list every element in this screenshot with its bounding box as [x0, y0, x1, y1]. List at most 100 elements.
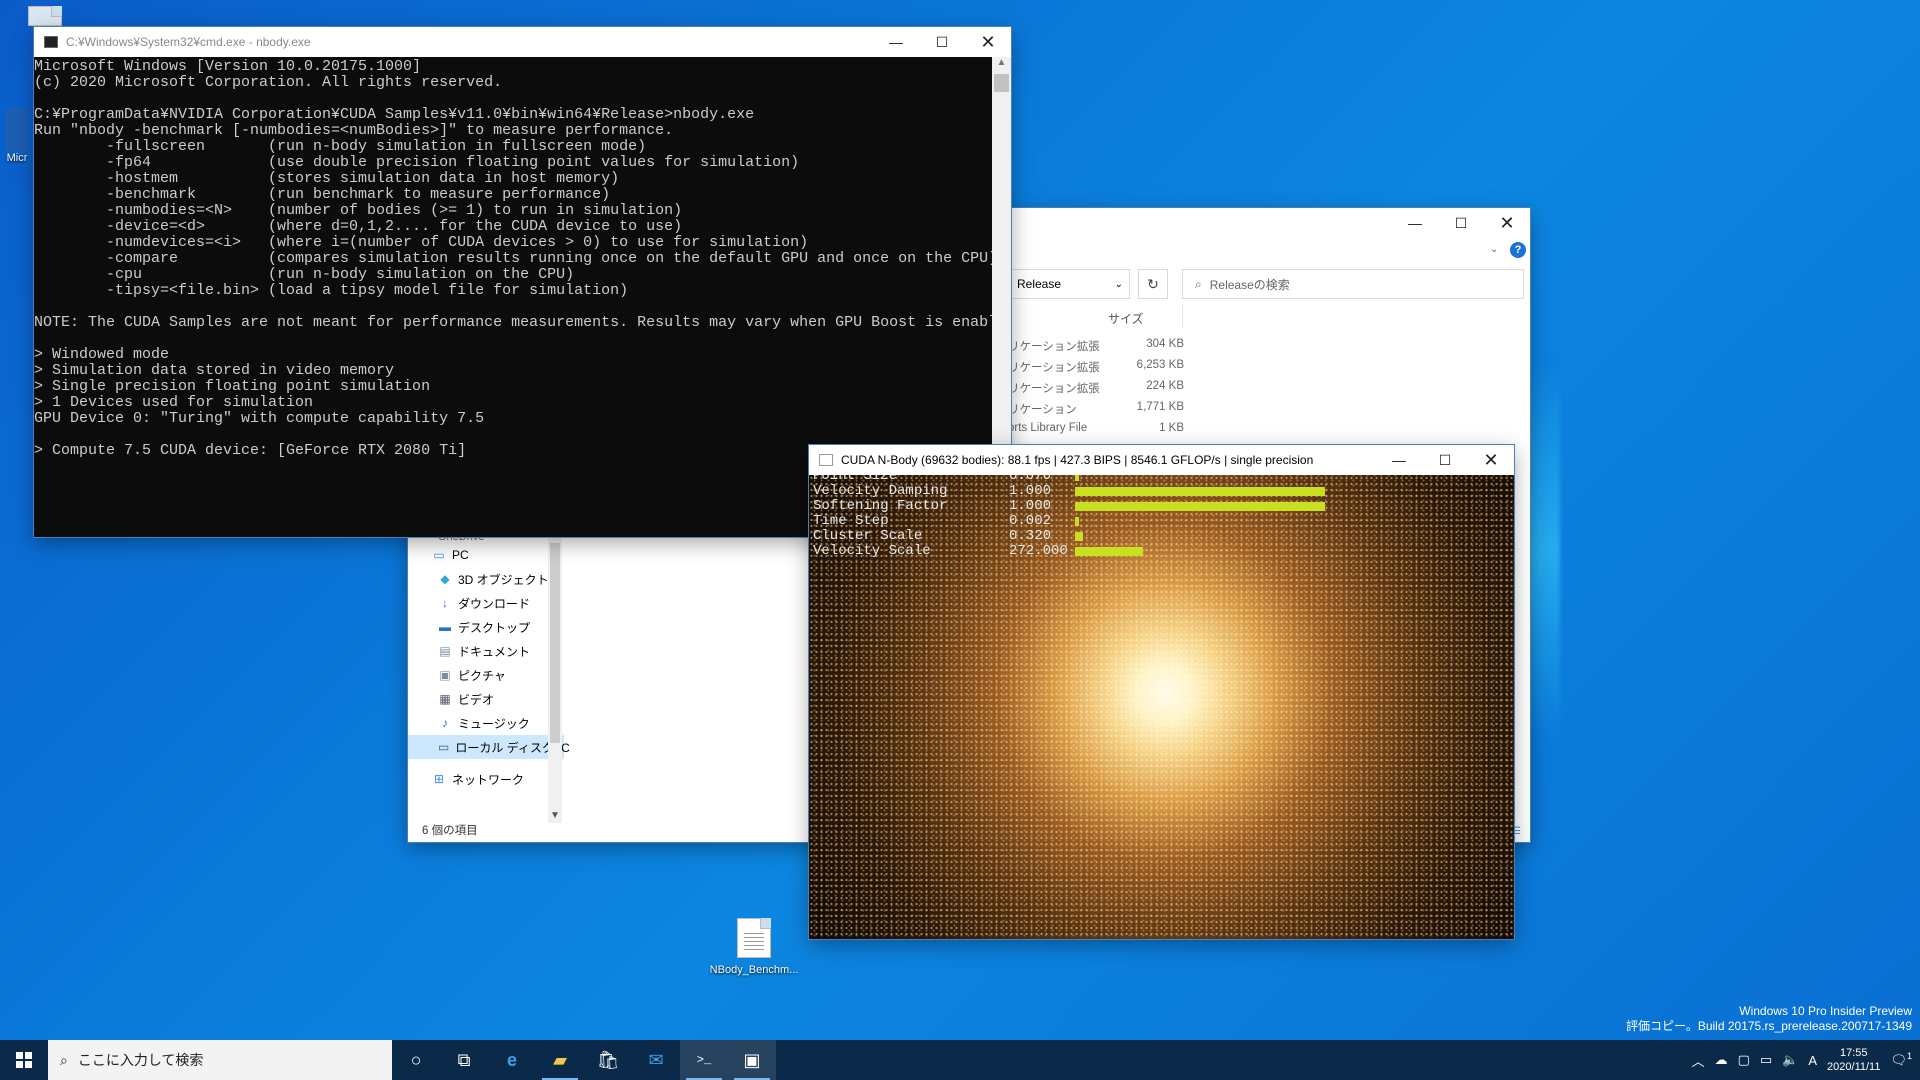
cmd-titlebar[interactable]: C:¥Windows¥System32¥cmd.exe - nbody.exe … [34, 27, 1011, 57]
console-line: Run "nbody -benchmark [-numbodies=<numBo… [34, 122, 674, 139]
param-slider-row[interactable]: Time Step 0.002 [813, 514, 1325, 529]
file-type: リケーション拡張 [1008, 362, 1100, 374]
start-button[interactable] [0, 1040, 48, 1080]
nav-label: ダウンロード [458, 596, 531, 611]
nbody-titlebar[interactable]: CUDA N-Body (69632 bodies): 88.1 fps | 4… [809, 445, 1514, 475]
param-slider-row[interactable]: Velocity Scale 272.000 [813, 544, 1325, 559]
refresh-button[interactable]: ↻ [1138, 269, 1168, 299]
device-icon[interactable]: ▢ [1738, 1052, 1750, 1068]
desktop-icon-label: NBody_Benchm... [709, 964, 799, 976]
desktop-icon-micr[interactable]: Micr [6, 108, 28, 164]
clock[interactable]: 17:55 2020/11/11 [1827, 1046, 1880, 1074]
taskbar: ⌕ ここに入力して検索 ○ ⧉ e ▰ 🛍 ✉ >_ ▣ ︿ ☁ ▢ ▭ 🔈 A… [0, 1040, 1920, 1080]
task-view-icon[interactable]: ⧉ [440, 1040, 488, 1080]
param-slider-row[interactable]: Velocity Damping 1.000 [813, 484, 1325, 499]
param-slider-bar[interactable] [1075, 487, 1325, 496]
close-button[interactable]: ✕ [965, 27, 1011, 57]
desktop-icon-nbody-benchmark[interactable]: NBody_Benchm... [704, 918, 804, 976]
column-header-size[interactable]: サイズ [1108, 310, 1144, 327]
nav-item-network[interactable]: ⊞ ネットワーク [408, 767, 564, 791]
param-slider-row[interactable]: Cluster Scale 0.320 [813, 529, 1325, 544]
cube-icon: ◆ [440, 572, 450, 586]
minimize-button[interactable]: — [1376, 445, 1422, 475]
nav-scrollbar[interactable]: ▼ [548, 533, 562, 823]
nav-item-music[interactable]: ♪ ミュージック [408, 711, 564, 735]
desktop-icon-recycle-bin[interactable] [28, 6, 62, 26]
param-slider-bar[interactable] [1075, 475, 1079, 481]
maximize-button[interactable]: ☐ [919, 27, 965, 57]
address-bar[interactable]: Release ⌄ [1008, 269, 1130, 299]
cmd-taskbar-icon[interactable]: >_ [680, 1040, 728, 1080]
param-slider-bar[interactable] [1075, 547, 1143, 556]
console-line: -fp64 (use double precision floating poi… [34, 154, 800, 171]
chevron-down-icon[interactable]: ▼ [550, 810, 560, 821]
nav-item-pc[interactable]: ▭ PC [408, 543, 564, 567]
nav-item-3d-objects[interactable]: ◆ 3D オブジェクト [408, 567, 564, 591]
file-type: リケーション拡張 [1008, 383, 1100, 395]
console-line: -benchmark (run benchmark to measure per… [34, 186, 611, 203]
list-item[interactable]: リケーション 1,771 KB [1008, 401, 1184, 422]
minimize-button[interactable]: — [873, 27, 919, 57]
nav-item-local-disk[interactable]: ▭ ローカル ディスク (C [408, 735, 570, 759]
nbody-taskbar-icon[interactable]: ▣ [728, 1040, 776, 1080]
param-value: 0.002 [1009, 513, 1052, 529]
nav-label: ピクチャ [458, 668, 506, 683]
simulation-canvas[interactable]: Point Size 0.070 Velocity Damping 1.000 Soft… [809, 475, 1514, 939]
document-icon: ▤ [439, 644, 451, 658]
ribbon-expand-icon[interactable]: ⌄ [1490, 244, 1498, 255]
window-title: C:¥Windows¥System32¥cmd.exe - nbody.exe [66, 35, 311, 49]
ime-indicator[interactable]: A [1808, 1053, 1817, 1068]
console-line: -cpu (run n-body simulation on the CPU) [34, 266, 575, 283]
cortana-icon[interactable]: ○ [392, 1040, 440, 1080]
list-item[interactable]: リケーション拡張 224 KB [1008, 380, 1184, 401]
close-button[interactable]: ✕ [1468, 445, 1514, 475]
mail-icon[interactable]: ✉ [632, 1040, 680, 1080]
nav-item-downloads[interactable]: ↓ ダウンロード [408, 591, 564, 615]
param-slider-bar[interactable] [1075, 502, 1325, 511]
param-slider-bar[interactable] [1075, 532, 1083, 541]
minimize-button[interactable]: — [1392, 208, 1438, 238]
nbody-simulation-window[interactable]: CUDA N-Body (69632 bodies): 88.1 fps | 4… [809, 445, 1514, 939]
console-line: -numdevices=<i> (where i=(number of CUDA… [34, 234, 809, 251]
volume-icon[interactable]: 🔈 [1782, 1052, 1798, 1068]
download-arrow-icon: ↓ [442, 596, 448, 610]
taskbar-search-input[interactable]: ⌕ ここに入力して検索 [48, 1040, 392, 1080]
scroll-up-icon[interactable]: ▲ [992, 57, 1011, 74]
param-slider-bar[interactable] [1075, 517, 1079, 526]
nav-item-videos[interactable]: ▦ ビデオ [408, 687, 564, 711]
column-separator [1182, 304, 1183, 328]
network-icon: ⊞ [433, 772, 445, 786]
close-button[interactable]: ✕ [1484, 208, 1530, 238]
maximize-button[interactable]: ☐ [1422, 445, 1468, 475]
nav-label: ネットワーク [452, 772, 525, 787]
onedrive-cloud-icon[interactable]: ☁ [1715, 1052, 1728, 1068]
chevron-up-icon[interactable]: ︿ [1692, 1051, 1705, 1070]
nav-item-documents[interactable]: ▤ ドキュメント [408, 639, 564, 663]
nav-label: ビデオ [458, 692, 495, 707]
text-file-icon [737, 918, 771, 958]
param-name: Time Step [813, 513, 889, 529]
drive-icon: ▭ [438, 740, 450, 754]
file-size: 1 KB [1159, 422, 1184, 434]
file-explorer-taskbar-icon[interactable]: ▰ [536, 1040, 584, 1080]
search-input[interactable]: ⌕ Releaseの検索 [1182, 269, 1524, 299]
param-slider-row[interactable]: Softening Factor 1.000 [813, 499, 1325, 514]
store-icon[interactable]: 🛍 [584, 1040, 632, 1080]
scroll-thumb[interactable] [994, 74, 1009, 92]
help-icon[interactable]: ? [1510, 242, 1526, 258]
list-item[interactable]: リケーション拡張 304 KB [1008, 338, 1184, 359]
param-value: 0.320 [1009, 528, 1052, 544]
edge-browser-icon[interactable]: e [488, 1040, 536, 1080]
list-item[interactable]: orts Library File 1 KB [1008, 422, 1184, 443]
notification-center-icon[interactable]: 🗨1 [1890, 1051, 1912, 1068]
chevron-down-icon[interactable]: ⌄ [1115, 279, 1129, 290]
network-icon[interactable]: ▭ [1760, 1052, 1772, 1068]
nav-item-pictures[interactable]: ▣ ピクチャ [408, 663, 564, 687]
nav-item-desktop[interactable]: ▬ デスクトップ [408, 615, 564, 639]
list-item[interactable]: リケーション拡張 6,253 KB [1008, 359, 1184, 380]
maximize-button[interactable]: ☐ [1438, 208, 1484, 238]
console-line: > Simulation data stored in video memory [34, 362, 395, 379]
